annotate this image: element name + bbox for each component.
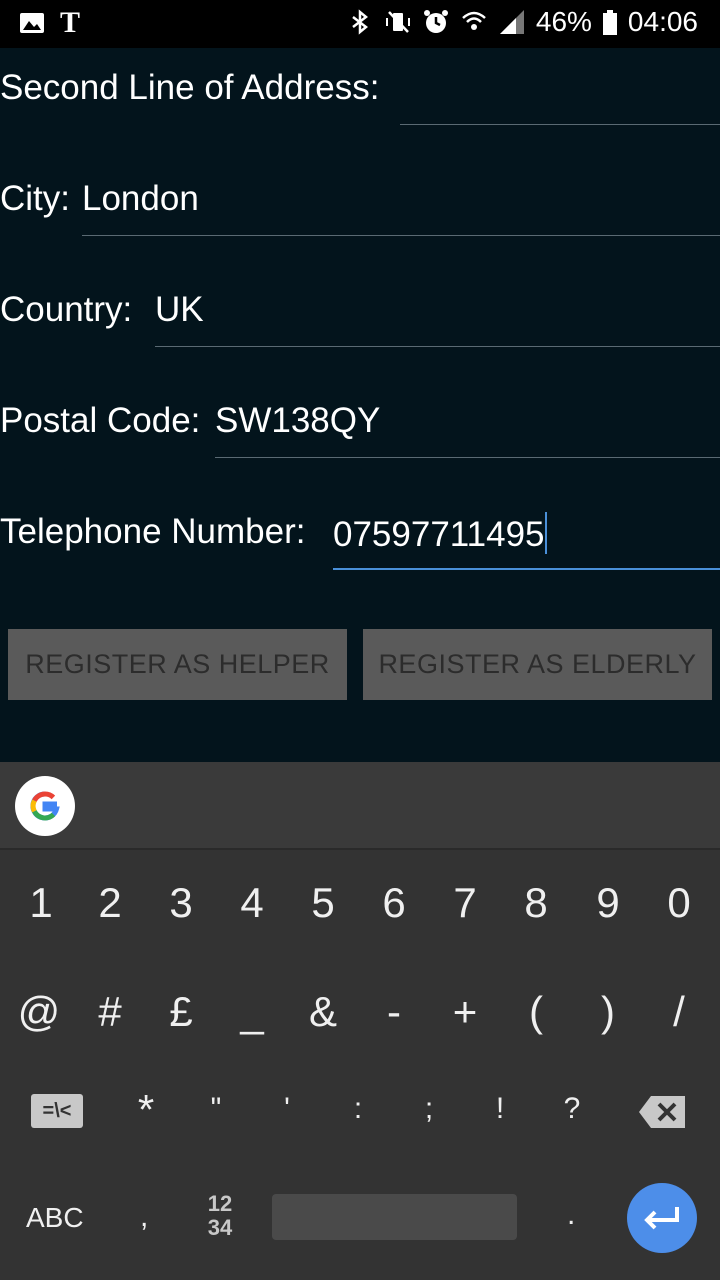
wifi-icon [460,8,488,36]
telephone-field[interactable]: 07597711495 [333,512,720,570]
nyt-icon: T [60,6,81,39]
second-line-field[interactable] [400,68,720,125]
postal-row: Postal Code: SW138QY [0,381,720,461]
key-pound[interactable]: £ [151,988,211,1036]
enter-key[interactable] [627,1183,697,1253]
country-field[interactable]: UK [155,290,720,347]
google-g-icon[interactable] [15,776,75,836]
registration-form: Second Line of Address: City: London Cou… [0,48,720,762]
alarm-icon [422,8,450,36]
key-hash[interactable]: # [80,988,140,1036]
key-1[interactable]: 1 [11,879,71,927]
vibrate-mute-icon [384,8,412,36]
key-comma[interactable]: , [140,1200,148,1234]
key-9[interactable]: 9 [578,879,638,927]
telephone-label: Telephone Number: [0,512,306,551]
second-line-label: Second Line of Address: [0,68,380,107]
key-4[interactable]: 4 [222,879,282,927]
bluetooth-icon [346,8,374,36]
numpad-key-bottom: 34 [207,1215,233,1240]
key-8[interactable]: 8 [506,879,566,927]
postal-label: Postal Code: [0,401,201,440]
key-open-paren[interactable]: ( [506,988,566,1036]
key-ampersand[interactable]: & [293,988,353,1036]
register-helper-button[interactable]: REGISTER AS HELPER [8,629,347,700]
key-2[interactable]: 2 [80,879,140,927]
key-colon[interactable]: : [328,1092,388,1126]
key-3[interactable]: 3 [151,879,211,927]
key-asterisk[interactable]: * [116,1086,176,1134]
key-close-paren[interactable]: ) [578,988,638,1036]
backspace-icon[interactable] [637,1094,687,1130]
numpad-key[interactable]: 12 34 [200,1192,240,1240]
gallery-icon [18,9,46,37]
key-7[interactable]: 7 [435,879,495,927]
telephone-row: Telephone Number: 07597711495 [0,492,720,572]
signal-icon [498,8,526,36]
city-label: City: [0,179,70,218]
keyboard: 1 2 3 4 5 6 7 8 9 0 @ # £ _ & - + ( ) / … [0,762,720,1280]
text-cursor [544,512,547,554]
city-field[interactable]: London [82,179,720,236]
spacebar[interactable] [272,1194,517,1240]
abc-key[interactable]: ABC [26,1202,84,1234]
country-row: Country: UK [0,270,720,350]
key-underscore[interactable]: _ [222,988,282,1036]
key-period[interactable]: . [567,1198,575,1232]
key-5[interactable]: 5 [293,879,353,927]
key-6[interactable]: 6 [364,879,424,927]
symbols-toggle-key[interactable]: =\< [31,1094,83,1128]
key-0[interactable]: 0 [649,879,709,927]
key-double-quote[interactable]: " [186,1092,246,1126]
register-elderly-button[interactable]: REGISTER AS ELDERLY [363,629,712,700]
postal-field[interactable]: SW138QY [215,401,720,458]
country-label: Country: [0,290,133,329]
telephone-value: 07597711495 [333,515,545,554]
clock: 04:06 [627,6,698,37]
key-question[interactable]: ? [542,1092,602,1126]
numpad-key-top: 12 [207,1191,233,1216]
battery-percent: 46% [535,6,592,37]
key-slash[interactable]: / [649,988,709,1036]
keyboard-suggestion-bar [0,762,720,850]
key-at[interactable]: @ [9,988,69,1036]
key-apostrophe[interactable]: ' [257,1092,317,1126]
key-exclamation[interactable]: ! [470,1092,530,1126]
second-line-row: Second Line of Address: [0,48,720,128]
key-plus[interactable]: + [435,988,495,1036]
city-row: City: London [0,159,720,239]
key-semicolon[interactable]: ; [399,1092,459,1126]
enter-icon [644,1207,679,1230]
key-minus[interactable]: - [364,988,424,1036]
status-bar: T 46% 04:06 [0,0,720,48]
battery-icon [602,8,618,36]
